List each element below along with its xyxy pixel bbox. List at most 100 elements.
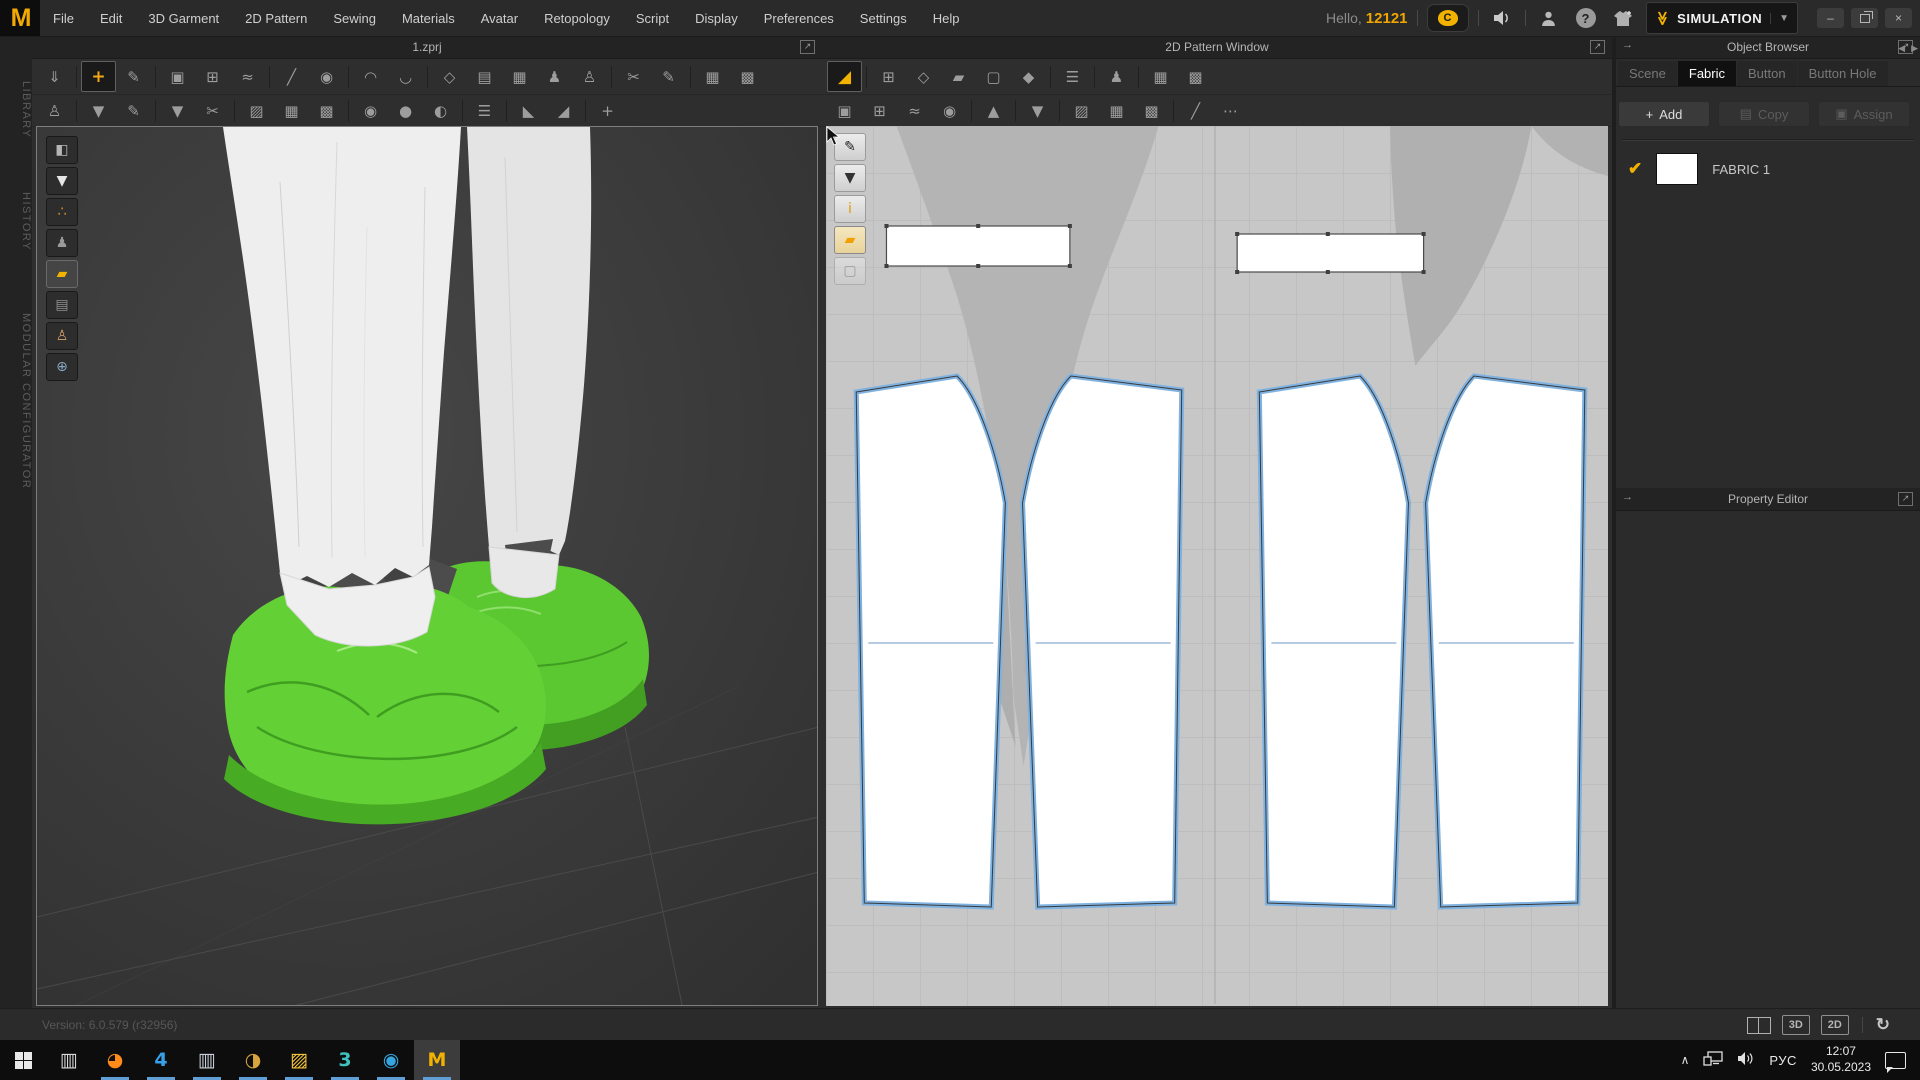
paint-app[interactable]: ◑	[230, 1040, 276, 1080]
fabric-roll-icon[interactable]: ▨	[239, 95, 274, 126]
3d-viewport[interactable]: ◧▼∴♟▰▤♙⊕	[36, 126, 818, 1006]
popout-property-editor-icon[interactable]: ↗	[1898, 492, 1913, 506]
segment-sewing-icon[interactable]: ⊞	[862, 95, 897, 126]
split-view-button[interactable]	[1747, 1017, 1771, 1034]
simulation-button[interactable]: ≫ SIMULATION ▼	[1646, 2, 1798, 34]
explorer-app[interactable]: ▨	[276, 1040, 322, 1080]
select-sewing-garment-icon[interactable]: ▼	[81, 95, 116, 126]
2d-pattern-canvas[interactable]: ✎▼i▰▢	[826, 126, 1608, 1006]
network-icon[interactable]	[1703, 1051, 1723, 1070]
show-pattern-2d-icon[interactable]: ▼	[834, 164, 866, 192]
copy-button[interactable]: ▤Copy	[1718, 101, 1810, 127]
menu-item[interactable]: Settings	[847, 0, 920, 36]
internal-line-icon[interactable]: ╱	[1178, 95, 1213, 126]
menu-item[interactable]: Help	[920, 0, 973, 36]
library-tab[interactable]: LIBRARY	[0, 60, 32, 160]
pen-3d-icon[interactable]: ✎	[651, 61, 686, 92]
button-icon[interactable]: ●	[388, 95, 423, 126]
measure-icon[interactable]: ⋯	[1213, 95, 1248, 126]
grading-icon[interactable]: ▩	[1178, 61, 1213, 92]
menu-item[interactable]: Avatar	[468, 0, 531, 36]
tab-scene[interactable]: Scene	[1618, 61, 1677, 86]
refresh-button[interactable]: ↻	[1876, 1015, 1890, 1035]
free-sewing-3d-icon[interactable]: ◡	[388, 61, 423, 92]
dart-icon[interactable]: ◆	[1011, 61, 1046, 92]
texture-2d-b-icon[interactable]: ▩	[1134, 95, 1169, 126]
menu-item[interactable]: File	[40, 0, 87, 36]
close-button[interactable]: ×	[1885, 8, 1912, 28]
tray-expand-icon[interactable]: ∧	[1681, 1053, 1690, 1067]
avatar-silhouette-icon[interactable]: ♟	[1099, 61, 1134, 92]
sound-icon[interactable]	[1488, 5, 1516, 31]
buttonhole-lock-icon[interactable]: ◐	[423, 95, 458, 126]
tab-scroll-left-icon[interactable]: ◀	[1898, 43, 1905, 54]
2d-view-button[interactable]: 2D	[1821, 1015, 1849, 1035]
collapse-arrow-icon[interactable]: →	[1622, 39, 1633, 51]
avatar-skeleton-icon[interactable]: ♙	[572, 61, 607, 92]
system-monitor-app[interactable]: ▥	[184, 1040, 230, 1080]
menu-item[interactable]: Retopology	[531, 0, 623, 36]
add-button[interactable]: +Add	[1618, 101, 1710, 127]
select-texture-2d-icon[interactable]: ▼	[1020, 95, 1055, 126]
add-garment-icon[interactable]	[1609, 5, 1637, 31]
pleats-icon[interactable]: ☰	[1055, 61, 1090, 92]
texture-shirt-a-icon[interactable]: ▦	[274, 95, 309, 126]
menu-item[interactable]: Materials	[389, 0, 468, 36]
action-center-icon[interactable]	[1885, 1052, 1906, 1069]
tab-button-hole[interactable]: Button Hole	[1798, 61, 1888, 86]
select-button-icon[interactable]: ◉	[353, 95, 388, 126]
show-avatar-icon[interactable]: ♙	[46, 322, 78, 350]
grid-large-icon[interactable]: ▩	[730, 61, 765, 92]
fabric-roll-2d-icon[interactable]: ▨	[1064, 95, 1099, 126]
taskview-button[interactable]: ▥	[46, 1040, 92, 1080]
volume-icon[interactable]	[1737, 1051, 1755, 1069]
simulation-dropdown-arrow[interactable]: ▼	[1770, 13, 1789, 24]
avatar-display-icon[interactable]: ♟	[537, 61, 572, 92]
zipper-icon[interactable]: ☰	[467, 95, 502, 126]
show-garment-icon[interactable]: ▼	[46, 167, 78, 195]
3d-view-button[interactable]: 3D	[1782, 1015, 1810, 1035]
pin-arrow-icon[interactable]: +	[590, 95, 625, 126]
clock[interactable]: 12:07 30.05.2023	[1811, 1044, 1871, 1075]
restore-button[interactable]	[1851, 8, 1878, 28]
tab-fabric[interactable]: Fabric	[1678, 61, 1736, 86]
fabric-check-icon[interactable]: ✔	[1628, 159, 1642, 179]
history-tab[interactable]: HISTORY	[0, 174, 32, 269]
sewing-machine-icon[interactable]: ▣	[827, 95, 862, 126]
fold-right-icon[interactable]: ◢	[546, 95, 581, 126]
menu-item[interactable]: Sewing	[320, 0, 389, 36]
show-fabric-icon[interactable]: ▰	[46, 260, 78, 288]
menu-item[interactable]: Preferences	[751, 0, 847, 36]
cut-pattern-3d-icon[interactable]: ✂	[195, 95, 230, 126]
menu-item[interactable]: 3D Garment	[135, 0, 232, 36]
language-indicator[interactable]: РУС	[1769, 1053, 1797, 1068]
help-icon[interactable]: ?	[1572, 5, 1600, 31]
marvelous-designer-app[interactable]: M	[414, 1040, 460, 1080]
pattern-group-back[interactable]	[1259, 376, 1584, 907]
show-particle-icon[interactable]: ∴	[46, 198, 78, 226]
fold-arrangement-icon[interactable]: ▤	[467, 61, 502, 92]
rectangle-icon[interactable]: ▢	[976, 61, 1011, 92]
popout-2d-icon[interactable]: ↗	[1590, 40, 1605, 54]
render-style-icon[interactable]: ◧	[46, 136, 78, 164]
lock-pattern-2d-icon[interactable]: ▢	[834, 257, 866, 285]
waistband-piece-2[interactable]	[1235, 232, 1425, 274]
waistband-piece-1[interactable]	[884, 224, 1071, 268]
user-profile-icon[interactable]	[1535, 5, 1563, 31]
show-avatar-bust-icon[interactable]: ♟	[46, 229, 78, 257]
menu-item[interactable]: Script	[623, 0, 682, 36]
collapse-arrow-icon-2[interactable]: →	[1622, 491, 1633, 503]
edit-sewing-3d-icon[interactable]: ◠	[353, 61, 388, 92]
3dsmax-app[interactable]: 3	[322, 1040, 368, 1080]
select-mesh-icon[interactable]: ✎	[116, 61, 151, 92]
edit-sewing-garment-icon[interactable]: ✎	[116, 95, 151, 126]
edit-pattern-icon[interactable]: ⊞	[871, 61, 906, 92]
edit-curvature-icon[interactable]: ◇	[906, 61, 941, 92]
firefox-app[interactable]: ◕	[92, 1040, 138, 1080]
solid-garment-icon[interactable]: ▦	[502, 61, 537, 92]
menu-item[interactable]: 2D Pattern	[232, 0, 320, 36]
start-button[interactable]	[0, 1040, 46, 1080]
detect-sewing-icon[interactable]: ◉	[932, 95, 967, 126]
fold-left-icon[interactable]: ◣	[511, 95, 546, 126]
select-move-tool-icon[interactable]: +	[81, 61, 116, 92]
